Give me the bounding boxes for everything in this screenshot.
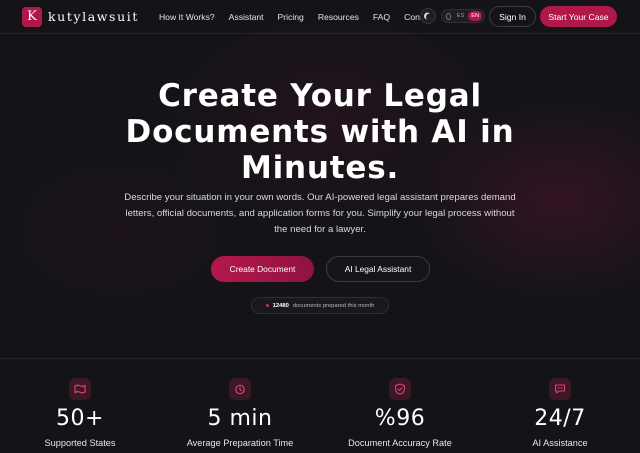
nav-link-assistant[interactable]: Assistant — [229, 12, 264, 22]
stat-label: Average Preparation Time — [186, 438, 294, 448]
documents-count-label: documents prepared this month — [292, 302, 375, 309]
hero-title-line: Create Your Legal — [158, 78, 482, 114]
map-icon — [69, 378, 91, 400]
nav-link-pricing[interactable]: Pricing — [278, 12, 304, 22]
documents-counter-badge: 12480 documents prepared this month — [251, 297, 389, 314]
hero-description-line: the need for a lawyer. — [274, 224, 366, 235]
language-option-en[interactable]: EN — [468, 11, 482, 21]
theme-toggle-button[interactable] — [420, 8, 436, 24]
live-dot-icon — [265, 304, 269, 307]
hero-title: Create Your Legal Documents with AI in M… — [0, 78, 640, 186]
shield-check-icon — [389, 378, 411, 400]
brand-logo[interactable]: K kutylawsuit — [22, 6, 139, 27]
globe-icon — [446, 12, 451, 20]
hero-title-line: Minutes. — [240, 150, 400, 186]
hero-description-line: Describe your situation in your own word… — [124, 192, 516, 203]
stat-value: 5 min — [207, 406, 273, 431]
ai-legal-assistant-button[interactable]: AI Legal Assistant — [326, 256, 430, 282]
stat-accuracy-rate: %96 Document Accuracy Rate — [320, 378, 480, 448]
section-divider — [0, 358, 640, 359]
hero-title-line: Documents with AI in — [125, 114, 515, 150]
moon-icon — [426, 13, 433, 20]
stat-label: AI Assistance — [532, 438, 588, 448]
documents-count: 12480 — [272, 302, 289, 309]
logo-mark: K — [22, 6, 42, 27]
stat-label: Supported States — [44, 438, 116, 448]
create-document-button[interactable]: Create Document — [211, 256, 314, 282]
language-switcher[interactable]: ES EN — [441, 9, 485, 23]
stat-label: Document Accuracy Rate — [348, 438, 452, 448]
stat-preparation-time: 5 min Average Preparation Time — [160, 378, 320, 448]
stat-ai-assistance: 24/7 AI Assistance — [480, 378, 640, 448]
stat-value: %96 — [374, 406, 426, 431]
start-case-button[interactable]: Start Your Case — [540, 6, 617, 27]
language-option-es[interactable]: ES — [454, 11, 467, 21]
nav-link-how-it-works[interactable]: How It Works? — [159, 12, 215, 22]
nav-links: How It Works? Assistant Pricing Resource… — [159, 12, 434, 22]
stat-supported-states: 50+ Supported States — [0, 378, 160, 448]
clock-icon — [229, 378, 251, 400]
nav-link-faq[interactable]: FAQ — [373, 12, 390, 22]
chat-icon — [549, 378, 571, 400]
sign-in-button[interactable]: Sign In — [489, 6, 536, 27]
stat-value: 24/7 — [534, 406, 586, 431]
nav-link-resources[interactable]: Resources — [318, 12, 359, 22]
brand-name: kutylawsuit — [48, 9, 139, 24]
hero-description-line: letters, official documents, and applica… — [125, 208, 515, 219]
stat-value: 50+ — [56, 406, 104, 431]
hero-description: Describe your situation in your own word… — [120, 190, 520, 238]
